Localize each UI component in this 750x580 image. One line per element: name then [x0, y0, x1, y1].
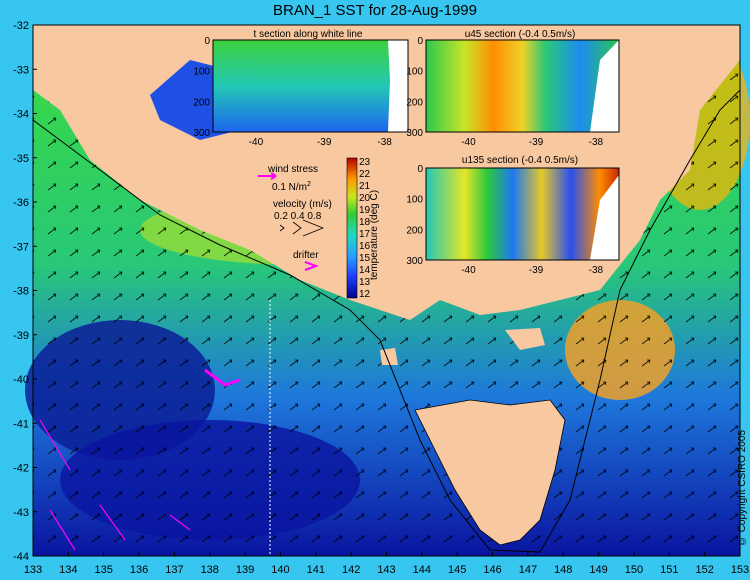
inset-x-tick-label: -40: [249, 137, 264, 148]
inset-y-tick-label: 100: [193, 67, 210, 78]
inset-x-tick-label: -39: [317, 137, 332, 148]
map-x-tick-label: 141: [307, 564, 325, 576]
inset-u45-section-field: [426, 40, 619, 132]
inset-y-tick-label: 200: [193, 97, 210, 108]
map-x-tick-label: 145: [448, 564, 466, 576]
map-x-tick-label: 149: [589, 564, 607, 576]
map-x-tick-label: 143: [377, 564, 395, 576]
map-y-tick-label: -39: [13, 330, 29, 342]
map-y-tick-label: -37: [13, 241, 29, 253]
drifter-label: drifter: [293, 250, 319, 261]
map-y-tick-label: -32: [13, 20, 29, 32]
inset-t-section-title: t section along white line: [254, 29, 363, 40]
map-x-tick-label: 148: [554, 564, 572, 576]
map-x-tick-label: 144: [413, 564, 431, 576]
inset-y-tick-label: 100: [406, 67, 423, 78]
inset-t-section-field: [213, 40, 408, 132]
map-y-tick-label: -40: [13, 374, 29, 386]
map-x-tick-label: 146: [483, 564, 501, 576]
inset-y-tick-label: 300: [406, 256, 423, 267]
inset-x-tick-label: -38: [377, 137, 392, 148]
map-y-tick-label: -35: [13, 153, 29, 165]
map-x-tick-label: 139: [236, 564, 254, 576]
map-x-tick-label: 140: [271, 564, 289, 576]
wind-stress-unit-exponent: 2: [307, 181, 311, 188]
inset-x-tick-label: -38: [589, 137, 604, 148]
map-y-tick-label: -43: [13, 507, 29, 519]
colorbar-tick-label: 23: [359, 157, 371, 168]
velocity-values: 0.2 0.4 0.8: [274, 211, 322, 222]
sst-map-figure: 133 134 135 136 137 138 139 140 141 142 143 144 145 1…: [13, 20, 750, 576]
inset-y-tick-label: 0: [417, 36, 423, 47]
inset-t-section: t section along white line: [212, 29, 409, 133]
colorbar-tick-label: 12: [359, 289, 371, 300]
colorbar-gradient: [346, 157, 358, 299]
map-y-tick-label: -33: [13, 64, 29, 76]
map-x-tick-label: 138: [201, 564, 219, 576]
inset-y-tick-label: 200: [406, 225, 423, 236]
inset-y-tick-label: 300: [406, 128, 423, 139]
colorbar-tick-label: 22: [359, 169, 371, 180]
map-y-tick-label: -42: [13, 463, 29, 475]
wind-stress-label: wind stress: [267, 164, 318, 175]
inset-y-tick-label: 100: [406, 195, 423, 206]
inset-x-tick-label: -40: [461, 137, 476, 148]
map-x-tick-label: 150: [625, 564, 643, 576]
velocity-label: velocity (m/s): [273, 199, 332, 210]
map-x-tick-label: 133: [24, 564, 42, 576]
inset-u135-section-field: [426, 168, 619, 260]
map-x-tick-label: 151: [660, 564, 678, 576]
inset-u45-section-title: u45 section (-0.4 0.5m/s): [465, 29, 576, 40]
map-x-tick-label: 135: [95, 564, 113, 576]
inset-y-tick-label: 0: [204, 36, 210, 47]
map-y-tick-label: -34: [13, 109, 29, 121]
inset-t-section-topography: [388, 40, 408, 132]
map-y-tick-label: -41: [13, 418, 29, 430]
wind-stress-value-group: 0.1 N/m2: [272, 181, 311, 193]
map-x-tick-label: 142: [342, 564, 360, 576]
map-x-tick-label: 153: [731, 564, 749, 576]
map-x-tick-label: 134: [59, 564, 77, 576]
inset-x-tick-label: -38: [589, 265, 604, 276]
colorbar-label: temperature (deg C): [369, 190, 380, 280]
map-x-tick-label: 137: [165, 564, 183, 576]
inset-x-tick-label: -40: [461, 265, 476, 276]
copyright-notice: © Copyright CSIRO 2005: [737, 430, 748, 547]
map-x-tick-label: 152: [695, 564, 713, 576]
inset-u45-section: u45 section (-0.4 0.5m/s): [425, 29, 620, 133]
map-x-tick-label: 136: [130, 564, 148, 576]
inset-u135-section-title: u135 section (-0.4 0.5m/s): [462, 155, 578, 166]
wind-stress-value: 0.1 N/m: [272, 182, 307, 193]
inset-y-tick-label: 300: [193, 128, 210, 139]
map-y-tick-label: -38: [13, 286, 29, 298]
inset-x-tick-label: -39: [529, 137, 544, 148]
map-x-tick-label: 147: [519, 564, 537, 576]
map-y-tick-label: -36: [13, 197, 29, 209]
inset-u135-section: u135 section (-0.4 0.5m/s): [425, 155, 620, 261]
inset-y-tick-label: 200: [406, 97, 423, 108]
inset-x-tick-label: -39: [529, 265, 544, 276]
inset-y-tick-label: 0: [417, 164, 423, 175]
map-y-tick-label: -44: [13, 551, 29, 563]
